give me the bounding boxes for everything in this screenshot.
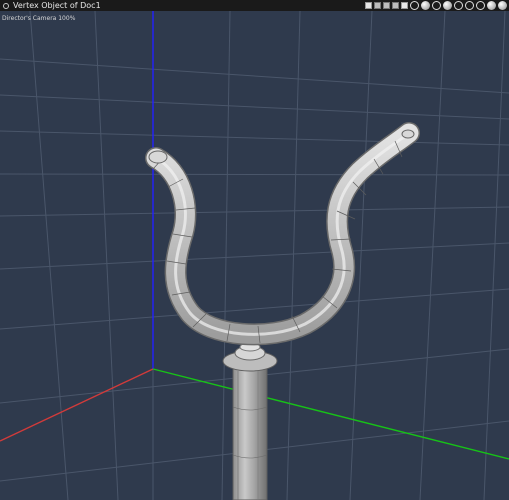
viewport-scene[interactable] [0,11,509,500]
layout-quad-icon[interactable] [383,2,390,9]
x-axis-line [0,368,154,442]
wireframe-cube-icon[interactable] [465,1,474,10]
camera-zoom-icon[interactable] [443,1,452,10]
camera-rotate-icon[interactable] [410,1,419,10]
layout-single-icon[interactable] [365,2,372,9]
view-toolbar [365,1,507,10]
grid-toggle-icon[interactable] [401,2,408,9]
solid-cube-icon[interactable] [476,1,485,10]
z-axis-line [152,368,509,460]
camera-pan-icon[interactable] [421,1,430,10]
layout-split-icon[interactable] [374,2,381,9]
camera-dolly-icon[interactable] [432,1,441,10]
render-sphere-icon[interactable] [487,1,496,10]
camera-label[interactable]: Director's Camera 100% [2,15,75,22]
window-menu-icon[interactable] [3,2,9,9]
fork-tube-object[interactable] [145,122,420,346]
display-mode-icon[interactable] [454,1,463,10]
window-title: Vertex Object of Doc1 [13,1,101,10]
3d-viewport[interactable]: Director's Camera 100% [0,11,509,500]
layout-grid-icon[interactable] [392,2,399,9]
pole-object[interactable] [222,342,278,500]
light-sphere-icon[interactable] [498,1,507,10]
title-bar: Vertex Object of Doc1 [0,0,509,11]
